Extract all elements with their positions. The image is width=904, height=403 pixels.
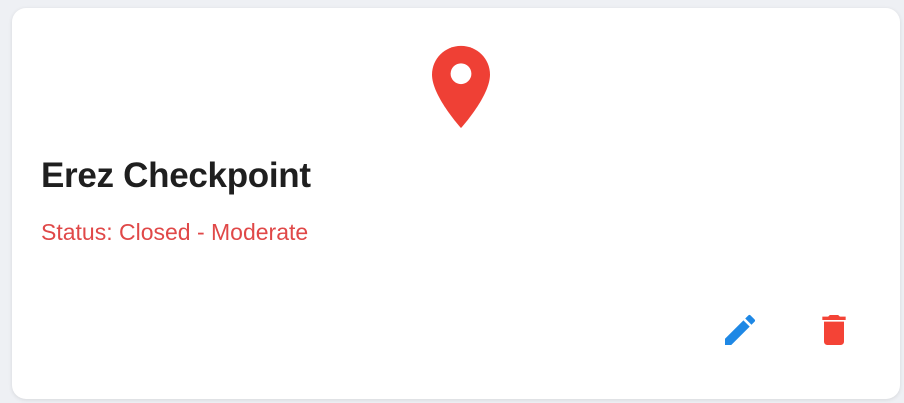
trash-icon [822, 315, 846, 345]
checkpoint-status: Status: Closed - Moderate [41, 219, 309, 245]
edit-button[interactable] [712, 302, 768, 358]
checkpoint-card: Erez Checkpoint Status: Closed - Moderat… [12, 8, 900, 399]
delete-button[interactable] [806, 302, 862, 358]
checkpoint-title: Erez Checkpoint [41, 156, 311, 195]
map-pin-icon [432, 45, 490, 129]
pencil-icon [725, 314, 756, 345]
